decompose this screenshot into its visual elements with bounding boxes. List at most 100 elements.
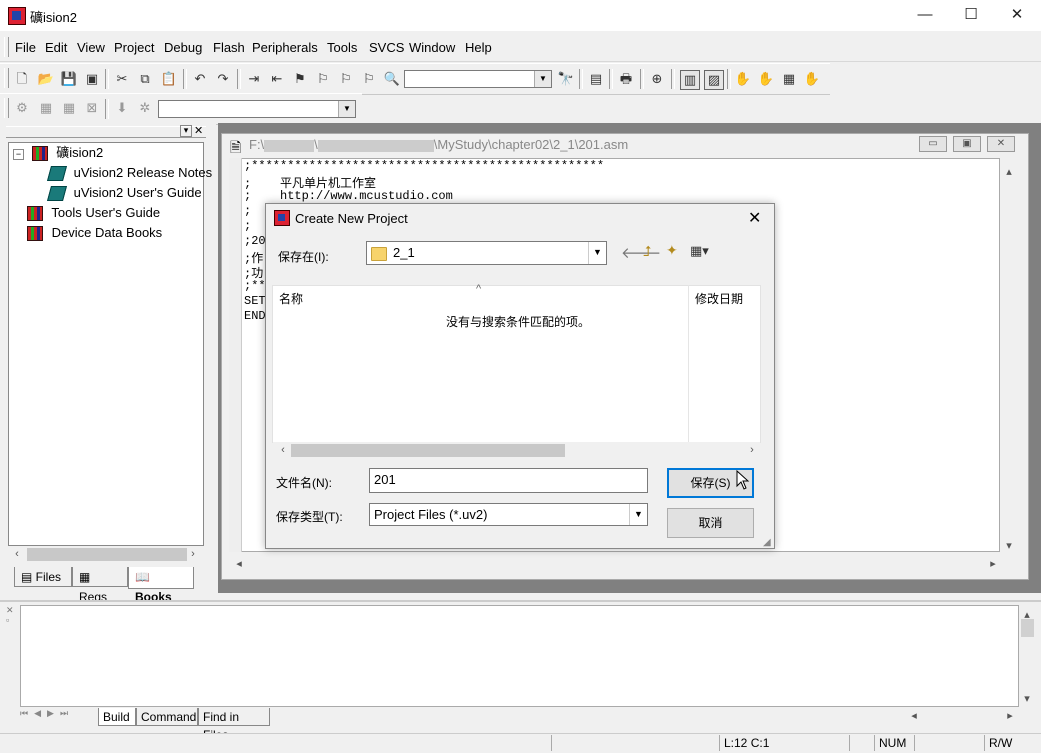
chevron-down-icon[interactable]: ▼ — [534, 71, 551, 87]
column-header-modified[interactable]: 修改日期 — [695, 290, 743, 307]
menu-project[interactable]: Project — [114, 40, 154, 55]
dialog-close-icon[interactable]: ✕ — [748, 208, 761, 228]
bookmark-clear-icon[interactable]: ⚐ — [360, 70, 378, 88]
chevron-down-icon[interactable]: ▼ — [588, 242, 606, 264]
target-combo[interactable]: ▼ — [158, 100, 356, 118]
stop-build-icon[interactable]: ⊠ — [83, 99, 101, 117]
find-in-files-icon[interactable]: 🔍 — [383, 70, 401, 88]
scroll-thumb[interactable] — [1021, 619, 1034, 637]
menu-svcs[interactable]: SVCS — [369, 40, 404, 55]
scroll-down-icon[interactable]: ▾ — [1001, 538, 1017, 554]
hand-settings-icon[interactable]: ✋ — [803, 70, 821, 88]
tree-item-release-notes[interactable]: uVision2 Release Notes — [46, 164, 212, 182]
tree-horizontal-scrollbar[interactable]: ‹ › — [9, 546, 203, 563]
tab-regs[interactable]: ▦ Regs — [72, 567, 128, 604]
rebuild-icon[interactable]: ▦ — [60, 99, 78, 117]
close-button[interactable]: ✕ — [994, 0, 1040, 31]
menu-peripherals[interactable]: Peripherals — [252, 40, 318, 55]
print-icon[interactable]: 🖶 — [617, 70, 635, 88]
scroll-right-icon[interactable]: ▸ — [985, 556, 1001, 572]
undo-icon[interactable]: ↶ — [191, 70, 209, 88]
cancel-button[interactable]: 取消 — [667, 508, 754, 538]
save-icon[interactable]: 💾 — [60, 70, 78, 88]
new-file-icon[interactable]: 🗋 — [13, 70, 31, 88]
binoculars-icon[interactable]: 🔭 — [557, 70, 575, 88]
column-header-name[interactable]: 名称 — [279, 290, 303, 307]
scroll-right-icon[interactable]: › — [744, 442, 760, 458]
tab-build[interactable]: Build — [98, 708, 136, 726]
menu-debug[interactable]: Debug — [164, 40, 202, 55]
bookmark-prev-icon[interactable]: ⚐ — [337, 70, 355, 88]
save-in-select[interactable]: 2_1 ▼ — [366, 241, 607, 265]
load-icon[interactable]: ⬇ — [113, 99, 131, 117]
tab-find-in-files[interactable]: Find in Files — [198, 708, 270, 742]
hand-grid-icon[interactable]: ▦ — [780, 70, 798, 88]
cut-icon[interactable]: ✂ — [113, 70, 131, 88]
browse-icon[interactable]: ▤ — [587, 70, 605, 88]
tab-books[interactable]: 📖 Books — [128, 567, 194, 604]
translate-icon[interactable]: ⚙ — [13, 99, 31, 117]
scroll-down-icon[interactable]: ▾ — [1019, 691, 1035, 707]
output-tab-navigation[interactable]: ⏮◀▶⏭ — [20, 708, 98, 724]
back-arrow-icon[interactable]: 🡐 — [621, 243, 661, 262]
build-icon[interactable]: ▦ — [37, 99, 55, 117]
project-tree[interactable]: − 礦ision2 uVision2 Release Notes uVision… — [8, 142, 212, 546]
copy-icon[interactable]: ⧉ — [136, 70, 154, 88]
paste-icon[interactable]: 📋 — [160, 70, 178, 88]
editor-close-button[interactable]: ✕ — [987, 136, 1015, 152]
tree-item-uvision2[interactable]: − 礦ision2 — [13, 144, 103, 162]
chevron-down-icon[interactable]: ▼ — [338, 101, 355, 117]
tab-files[interactable]: ▤ Files — [14, 567, 72, 587]
workspace-window-icon[interactable]: ▥ — [680, 70, 700, 90]
menu-view[interactable]: View — [77, 40, 105, 55]
output-vertical-scrollbar[interactable]: ▴ ▾ — [1019, 605, 1036, 707]
editor-vertical-scrollbar[interactable]: ▴ ▾ — [1001, 158, 1018, 554]
scroll-left-icon[interactable]: ◂ — [231, 556, 247, 572]
menu-flash[interactable]: Flash — [213, 40, 245, 55]
filetype-select[interactable]: Project Files (*.uv2) ▼ — [369, 503, 648, 526]
bookmark-next-icon[interactable]: ⚐ — [314, 70, 332, 88]
chevron-down-icon[interactable]: ▼ — [629, 504, 647, 525]
save-all-icon[interactable]: ▣ — [83, 70, 101, 88]
scroll-right-icon[interactable]: ▸ — [1002, 708, 1018, 724]
tab-command[interactable]: Command — [136, 708, 198, 726]
file-list-horizontal-scrollbar[interactable]: ‹ › — [273, 442, 760, 459]
zoom-icon[interactable]: ⊕ — [648, 70, 666, 88]
scroll-left-icon[interactable]: ◂ — [906, 708, 922, 724]
tree-item-users-guide[interactable]: uVision2 User's Guide — [46, 184, 202, 202]
tree-item-device-data-books[interactable]: Device Data Books — [27, 224, 162, 242]
resize-grip-icon[interactable]: ◢ — [763, 537, 771, 548]
editor-minimize-button[interactable]: ▭ — [919, 136, 947, 152]
panel-close-icon[interactable]: ✕ — [194, 124, 203, 137]
collapse-icon[interactable]: − — [13, 149, 24, 160]
column-divider[interactable] — [688, 285, 689, 443]
menu-tools[interactable]: Tools — [327, 40, 357, 55]
redo-icon[interactable]: ↷ — [214, 70, 232, 88]
hand-icon[interactable]: ✋ — [734, 70, 752, 88]
scroll-thumb[interactable] — [27, 548, 187, 561]
menu-file[interactable]: File — [15, 40, 36, 55]
hand-stop-icon[interactable]: ✋ — [757, 70, 775, 88]
minimize-button[interactable]: — — [902, 0, 948, 31]
find-combo[interactable]: ▼ — [404, 70, 552, 88]
menu-edit[interactable]: Edit — [45, 40, 67, 55]
scroll-right-icon[interactable]: › — [185, 546, 201, 562]
menu-window[interactable]: Window — [409, 40, 455, 55]
new-folder-icon[interactable]: ✦ — [666, 242, 678, 259]
output-horizontal-scrollbar[interactable]: ◂ ▸ — [906, 708, 1018, 725]
open-file-icon[interactable]: 📂 — [37, 70, 55, 88]
output-text-area[interactable] — [20, 605, 1019, 707]
scroll-up-icon[interactable]: ▴ — [1001, 164, 1017, 180]
menu-help[interactable]: Help — [465, 40, 492, 55]
options-icon[interactable]: ✲ — [136, 99, 154, 117]
editor-horizontal-scrollbar[interactable]: ◂ ▸ — [229, 555, 1002, 572]
indent-icon[interactable]: ⇥ — [245, 70, 263, 88]
output-window-icon[interactable]: ▨ — [704, 70, 724, 90]
bookmark-toggle-icon[interactable]: ⚑ — [291, 70, 309, 88]
editor-restore-button[interactable]: ▣ — [953, 136, 981, 152]
unindent-icon[interactable]: ⇤ — [268, 70, 286, 88]
scroll-thumb[interactable] — [291, 444, 565, 457]
panel-dropdown-icon[interactable]: ▾ — [180, 125, 192, 137]
maximize-button[interactable]: ☐ — [948, 0, 994, 31]
scroll-left-icon[interactable]: ‹ — [275, 442, 291, 458]
